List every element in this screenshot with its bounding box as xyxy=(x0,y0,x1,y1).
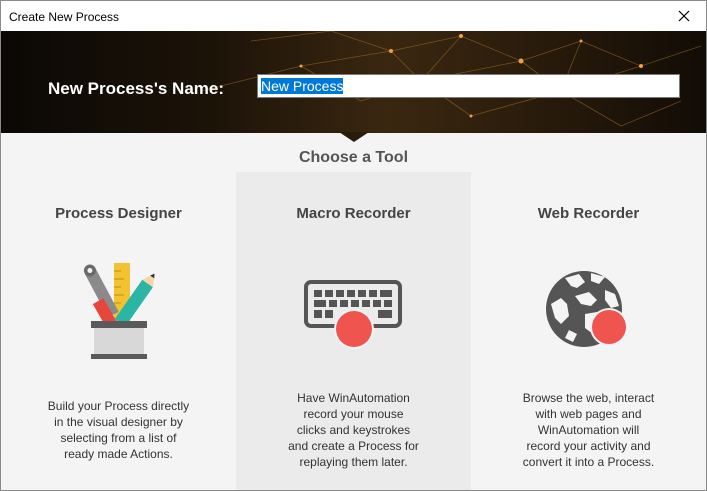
tool-icon-area xyxy=(236,257,471,362)
header-banner: New Process's Name: New Process xyxy=(1,31,706,133)
pencil-ruler-cup-icon xyxy=(83,263,154,359)
process-name-label: New Process's Name: xyxy=(48,79,225,98)
tool-process-designer[interactable]: Process Designer Build your Process dire… xyxy=(1,172,236,490)
tool-description: Build your Process directly in the visua… xyxy=(47,399,190,461)
tool-name: Web Recorder xyxy=(537,205,640,222)
tool-name: Process Designer xyxy=(55,205,182,222)
tool-description: Browse the web, interact with web pages … xyxy=(522,391,655,469)
tool-name: Macro Recorder xyxy=(296,205,411,222)
globe-record-icon xyxy=(545,271,628,347)
create-process-dialog: Create New Process New Process's Name: N… xyxy=(0,0,707,491)
process-name-value: New Process xyxy=(261,78,344,94)
tool-icon-area xyxy=(471,257,706,362)
tool-macro-recorder[interactable]: Macro Recorder Have WinAutomation record… xyxy=(236,172,471,490)
choose-tool-heading: Choose a Tool xyxy=(298,149,409,166)
tool-icon-area xyxy=(1,257,236,362)
tool-description: Have WinAutomation record your mouse cli… xyxy=(288,391,419,469)
banner-pointer xyxy=(339,132,369,142)
close-icon xyxy=(678,10,690,22)
tool-web-recorder[interactable]: Web Recorder Browse the web, interact wi… xyxy=(471,172,706,490)
window-title: Create New Process xyxy=(9,10,120,24)
close-button[interactable] xyxy=(662,1,706,31)
process-name-input[interactable]: New Process xyxy=(257,74,680,98)
title-bar: Create New Process xyxy=(1,1,706,31)
keyboard-record-icon xyxy=(303,280,402,349)
